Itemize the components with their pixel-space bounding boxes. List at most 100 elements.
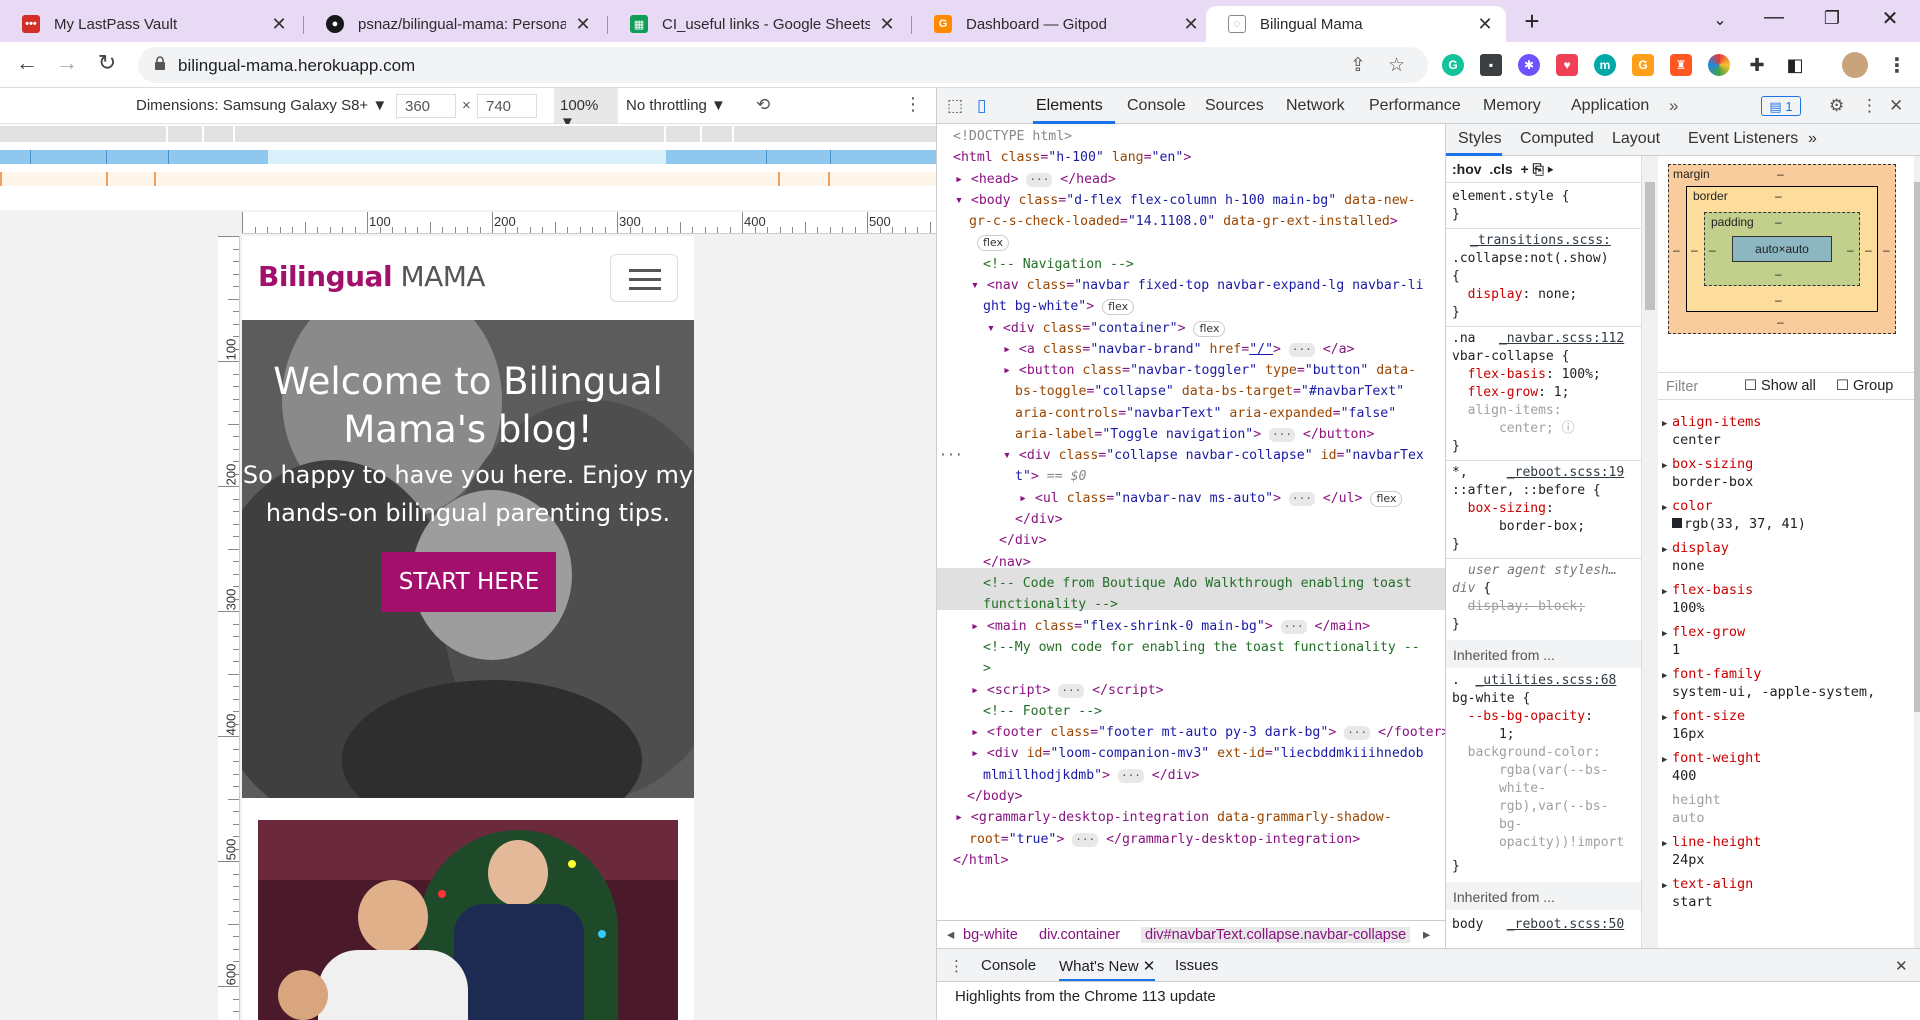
rules-scrollbar[interactable]	[1642, 156, 1658, 948]
tab-computed[interactable]: Computed	[1520, 130, 1594, 148]
close-icon[interactable]: ✕	[878, 14, 896, 35]
computed-property[interactable]: ▶ line-height 24px	[1662, 834, 1761, 869]
breadcrumb-item[interactable]: div.container	[1039, 927, 1120, 943]
tab-styles[interactable]: Styles	[1458, 130, 1502, 148]
avatar[interactable]	[1842, 52, 1868, 78]
tab-network[interactable]: Network	[1286, 97, 1345, 115]
close-icon[interactable]: ✕	[1182, 14, 1200, 35]
close-icon[interactable]: ✕	[574, 14, 592, 35]
sidebar-toggle-icon[interactable]: ▸	[1548, 161, 1553, 177]
tab-sources[interactable]: Sources	[1205, 97, 1264, 115]
address-bar[interactable]: bilingual-mama.herokuapp.com ⇪ ☆	[138, 47, 1428, 83]
tab-application[interactable]: Application	[1571, 97, 1649, 115]
zoom-select[interactable]: 100% ▼	[554, 88, 618, 131]
breadcrumb-item-selected[interactable]: div#navbarText.collapse.navbar-collapse	[1141, 927, 1411, 943]
computed-property[interactable]: ▶ text-align start	[1662, 876, 1753, 911]
computed-property[interactable]: height auto	[1672, 792, 1721, 827]
computed-property[interactable]: ▶ flex-grow 1	[1662, 624, 1745, 659]
throttling-select[interactable]: No throttling ▼	[626, 97, 726, 114]
navbar-toggler-button[interactable]	[610, 254, 678, 302]
show-all-checkbox[interactable]: ☐ Show all	[1744, 378, 1816, 394]
back-icon[interactable]: ←	[12, 50, 42, 76]
breadcrumb-next-icon[interactable]: ▸	[1423, 927, 1430, 943]
elements-tree[interactable]: <!DOCTYPE html> <html class="h-100" lang…	[937, 124, 1445, 920]
loom-icon[interactable]: m	[1594, 54, 1616, 76]
computed-property[interactable]: ▶ font-family system-ui, -apple-system,	[1662, 666, 1875, 701]
group-checkbox[interactable]: ☐ Group	[1836, 378, 1893, 394]
bookmark-star-icon[interactable]: ☆	[1388, 54, 1405, 77]
share-icon[interactable]: ⇪	[1350, 54, 1366, 77]
hov-toggle[interactable]: :hov	[1452, 161, 1482, 177]
device-width-input[interactable]: 360	[396, 94, 456, 118]
cls-toggle[interactable]: .cls	[1489, 161, 1512, 177]
device-toggle-icon[interactable]: ▯	[977, 96, 986, 116]
computed-property[interactable]: ▶ box-sizing border-box	[1662, 456, 1753, 491]
restore-button[interactable]: ❐	[1812, 8, 1852, 29]
extensions-puzzle-icon[interactable]: ✚	[1746, 54, 1768, 76]
device-more-icon[interactable]: ⋮	[904, 94, 922, 115]
computed-property[interactable]: ▶ display none	[1662, 540, 1729, 575]
grammarly-icon[interactable]: G	[1442, 54, 1464, 76]
tab-google-sheets[interactable]: ▦ CI_useful links - Google Sheets ✕	[608, 6, 908, 42]
more-tabs-icon[interactable]: »	[1808, 130, 1817, 148]
chrome-menu-icon[interactable]: ⋮	[1886, 54, 1908, 77]
close-devtools-icon[interactable]: ✕	[1889, 96, 1903, 116]
device-height-input[interactable]: 740	[477, 94, 537, 118]
more-tabs-icon[interactable]: »	[1669, 96, 1678, 116]
drawer-tab-console[interactable]: Console	[981, 957, 1036, 974]
color-swatch[interactable]	[1672, 517, 1682, 528]
tab-lastpass[interactable]: ••• My LastPass Vault ✕	[0, 6, 300, 42]
breadcrumb-item[interactable]: bg-white	[963, 927, 1018, 943]
new-tab-button[interactable]: +	[1512, 6, 1552, 37]
gitpod-ext-icon[interactable]: G	[1632, 54, 1654, 76]
computed-property[interactable]: ▶ font-size 16px	[1662, 708, 1745, 743]
devtools-menu-icon[interactable]: ⋮	[1861, 96, 1878, 116]
tab-elements[interactable]: Elements	[1036, 97, 1103, 115]
computed-property[interactable]: ▶ font-weight 400	[1662, 750, 1761, 785]
filter-input[interactable]: Filter	[1666, 379, 1698, 395]
color-wheel-icon[interactable]	[1708, 54, 1730, 76]
computed-property[interactable]: ▶ flex-basis 100%	[1662, 582, 1753, 617]
inspect-element-icon[interactable]: ⬚	[947, 96, 963, 116]
media-bar-max-width[interactable]	[0, 126, 936, 142]
tab-search-icon[interactable]: ⌄	[1700, 10, 1740, 30]
tab-console[interactable]: Console	[1127, 97, 1186, 115]
pocket-icon[interactable]: ♥	[1556, 54, 1578, 76]
drawer-tab-issues[interactable]: Issues	[1175, 957, 1218, 974]
side-panel-icon[interactable]: ◧	[1784, 54, 1806, 76]
window-close-button[interactable]: ✕	[1870, 6, 1910, 31]
close-icon[interactable]: ✕	[1143, 958, 1156, 975]
computed-property[interactable]: ▶ align-items center	[1662, 414, 1761, 449]
close-icon[interactable]: ✕	[1476, 14, 1494, 35]
forward-icon[interactable]: →	[52, 50, 82, 76]
add-rule-icon[interactable]: +	[1520, 161, 1528, 177]
close-drawer-icon[interactable]: ✕	[1895, 957, 1908, 975]
computed-property[interactable]: ▶ color rgb(33, 37, 41)	[1662, 498, 1806, 533]
close-icon[interactable]: ✕	[270, 14, 288, 35]
media-bar-min-max[interactable]	[0, 150, 936, 164]
breadcrumb-prev-icon[interactable]: ◂	[947, 927, 954, 943]
tab-layout[interactable]: Layout	[1612, 130, 1660, 148]
tab-event-listeners[interactable]: Event Listeners	[1688, 130, 1798, 148]
rotate-icon[interactable]: ⟲	[756, 95, 770, 115]
paint-icon[interactable]: ⎘	[1533, 161, 1544, 177]
issues-badge[interactable]: ▤ 1	[1761, 96, 1801, 116]
colorpicker-icon[interactable]: ✱	[1518, 54, 1540, 76]
tab-gitpod[interactable]: G Dashboard — Gitpod ✕	[912, 6, 1212, 42]
tab-github[interactable]: ● psnaz/bilingual-mama: Personal ✕	[304, 6, 604, 42]
tab-memory[interactable]: Memory	[1483, 97, 1541, 115]
device-dimensions-select[interactable]: Dimensions: Samsung Galaxy S8+ ▼	[136, 97, 387, 114]
start-here-button[interactable]: START HERE	[382, 552, 556, 612]
settings-gear-icon[interactable]: ⚙	[1829, 96, 1844, 116]
navbar-brand[interactable]: Bilingual MAMA	[258, 260, 486, 293]
tab-bilingual-mama[interactable]: ◌ Bilingual Mama ✕	[1206, 6, 1506, 42]
reload-icon[interactable]: ↻	[92, 50, 122, 76]
drawer-menu-icon[interactable]: ⋮	[949, 957, 964, 975]
tab-performance[interactable]: Performance	[1369, 97, 1461, 115]
computed-scrollbar[interactable]	[1914, 156, 1920, 948]
minimize-button[interactable]: —	[1754, 6, 1794, 29]
css-rules-list[interactable]: :hov .cls + ⎘ ▸ element.style { } _trans…	[1446, 156, 1642, 948]
media-bar-min-width[interactable]	[0, 172, 936, 186]
extension-icon[interactable]: ▪	[1480, 54, 1502, 76]
drawer-tab-whats-new[interactable]: What's New ✕	[1059, 957, 1156, 981]
